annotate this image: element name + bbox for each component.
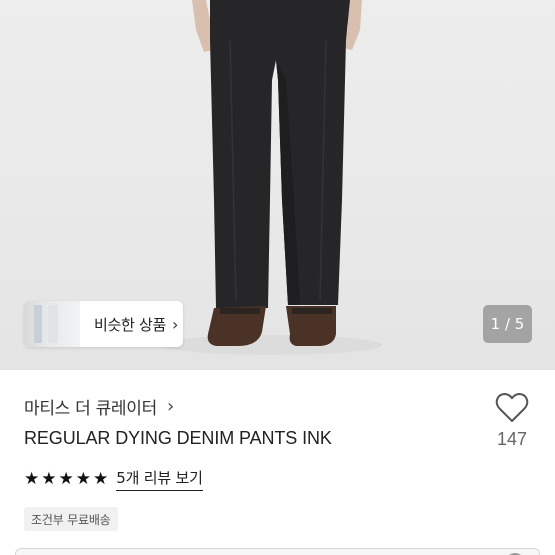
star-icon: ★ (75, 468, 91, 489)
chevron-right-icon: › (166, 396, 175, 417)
image-counter: 1 / 5 (483, 305, 532, 343)
product-image-gallery[interactable]: 비슷한 상품 › 1 / 5 (0, 0, 555, 370)
similar-product-thumbnail (24, 301, 80, 347)
heart-icon (495, 393, 529, 422)
similar-products-label: 비슷한 상품 (94, 315, 166, 334)
star-icon: ★ (58, 468, 74, 489)
similar-products-button[interactable]: 비슷한 상품 › (24, 301, 183, 347)
star-icon: ★ (41, 468, 57, 489)
star-icon: ★ (24, 468, 40, 489)
rating-row: ★ ★ ★ ★ ★ 5개 리뷰 보기 (24, 467, 203, 491)
chevron-right-icon: › (171, 314, 179, 334)
option-select-bar[interactable] (15, 548, 540, 555)
store-name: 마티스 더 큐레이터 (24, 399, 157, 419)
like-count: 147 (496, 429, 528, 449)
star-icon: ★ (93, 468, 109, 489)
product-info: 마티스 더 큐레이터 › REGULAR DYING DENIM PANTS I… (0, 370, 555, 555)
shipping-badge: 조건부 무료배송 (24, 507, 118, 531)
rating-stars: ★ ★ ★ ★ ★ (24, 468, 109, 489)
store-link[interactable]: 마티스 더 큐레이터 › (24, 394, 174, 419)
product-title: REGULAR DYING DENIM PANTS INK (24, 428, 332, 448)
view-reviews-link[interactable]: 5개 리뷰 보기 (116, 467, 203, 491)
like-button[interactable]: 147 (492, 392, 532, 450)
